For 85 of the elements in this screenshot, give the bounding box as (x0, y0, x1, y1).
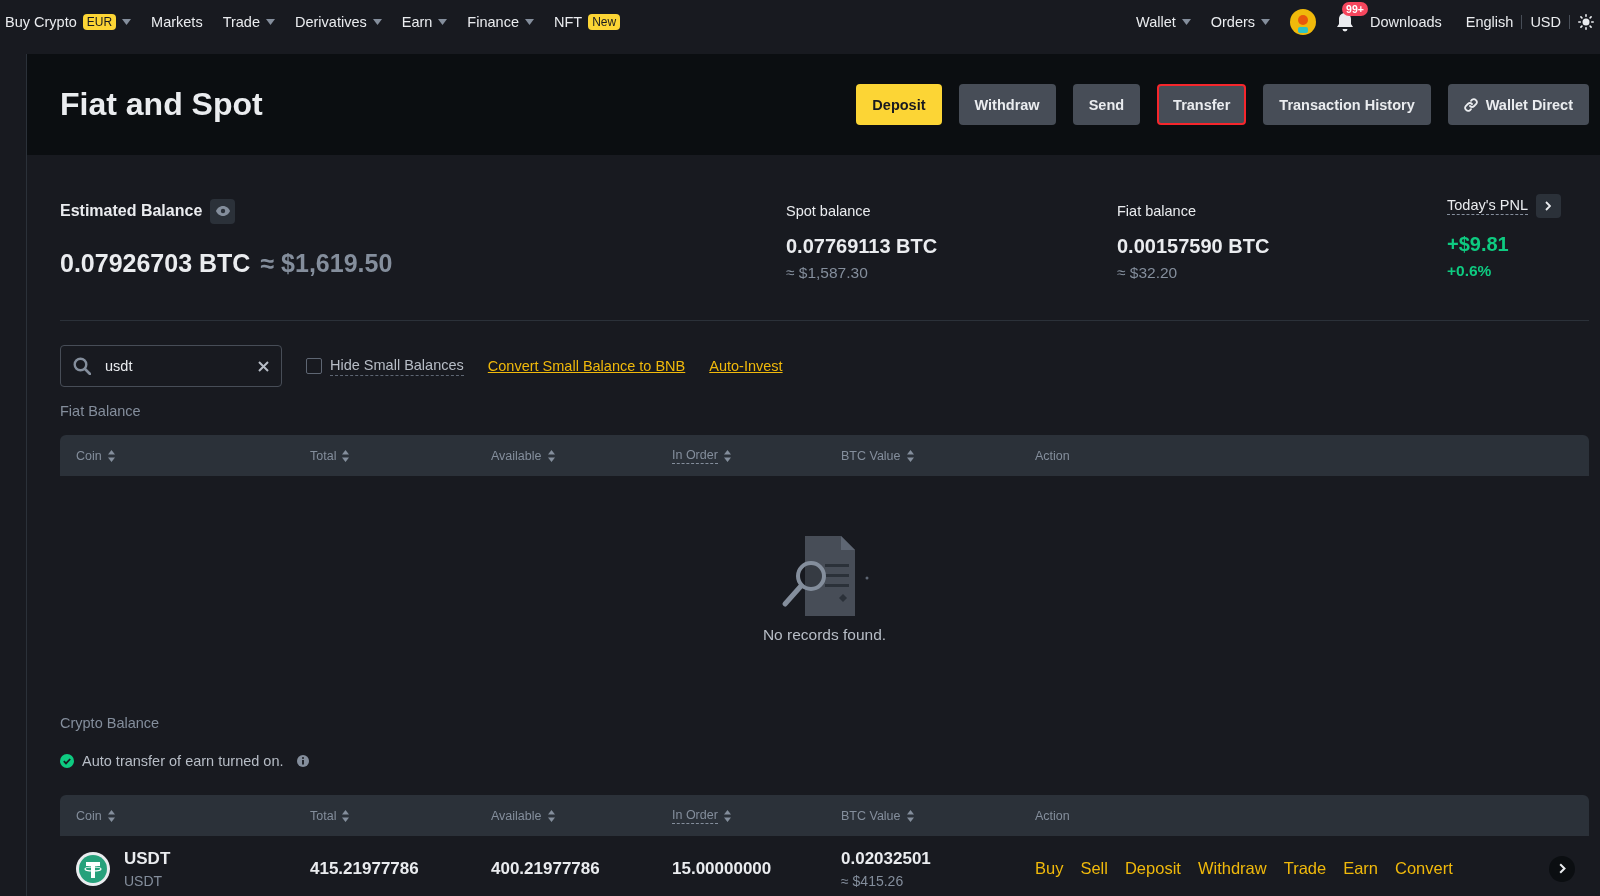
action-link[interactable]: Sell (1080, 859, 1108, 878)
balance-amount: 0.07926703 BTC (60, 249, 251, 278)
balance-amount: 0.00157590 BTC (1117, 235, 1271, 258)
nav-menu-item[interactable]: Wallet (1136, 14, 1176, 30)
action-link[interactable]: Deposit (1124, 859, 1181, 878)
column-header: Action (1035, 808, 1070, 823)
action-link[interactable]: Earn (1343, 859, 1379, 878)
filter-link[interactable]: Auto-Invest (709, 358, 783, 374)
table-cell-text: 15.00000000 (672, 858, 773, 879)
column-header[interactable]: In Order (672, 807, 718, 824)
coin-name: USDT (124, 872, 164, 889)
column-header[interactable]: Total (310, 448, 337, 463)
balance-usd-value: ≈ $1,587.30 (786, 264, 869, 282)
table-cell-text: 400.21977786 (491, 858, 601, 879)
notification-count-badge: 99+ (1342, 2, 1368, 16)
balance-label: Spot balance (786, 202, 872, 221)
column-header[interactable]: Available (491, 448, 542, 463)
header-button[interactable]: Send (1072, 84, 1141, 125)
column-header[interactable]: Available (491, 808, 542, 823)
bell-icon[interactable] (1336, 12, 1355, 32)
nav-badge: New (588, 14, 621, 30)
nav-menu-item[interactable]: Finance (467, 14, 519, 30)
btc-value: 0.02032501 (841, 848, 932, 869)
balance-usd-value: ≈ $1,619.50 (260, 249, 393, 278)
column-header[interactable]: Coin (76, 808, 102, 823)
header-button[interactable]: Withdraw (958, 84, 1056, 125)
notice-text: Auto transfer of earn turned on. (82, 753, 284, 769)
column-header: Action (1035, 448, 1070, 463)
avatar[interactable] (1290, 9, 1317, 35)
checkbox[interactable] (306, 358, 322, 374)
nav-menu-item[interactable]: Trade (222, 14, 260, 30)
search-field[interactable]: usdt (60, 345, 282, 387)
header-button[interactable]: Wallet Direct (1447, 84, 1589, 125)
nav-menu-item[interactable]: Derivatives (295, 14, 367, 30)
coin-logo-icon (76, 851, 110, 886)
empty-state-message: No records found. (762, 625, 887, 644)
nav-link[interactable]: USD (1530, 14, 1561, 30)
nav-menu-item[interactable]: Earn (401, 14, 433, 30)
chevron-right-icon (1545, 201, 1552, 211)
pnl-value: +$9.81 (1447, 233, 1510, 256)
column-header[interactable]: BTC Value (841, 448, 901, 463)
column-header[interactable]: Total (310, 808, 337, 823)
nav-menu-item[interactable]: Buy Crypto (5, 14, 77, 30)
chevron-right-icon (1558, 863, 1566, 874)
action-link[interactable]: Convert (1395, 859, 1453, 878)
brightness-icon[interactable] (1578, 14, 1594, 30)
more-button[interactable] (1549, 855, 1575, 882)
nav-menu-item[interactable]: Orders (1210, 14, 1256, 30)
nav-menu-item[interactable]: NFT (553, 14, 583, 30)
balance-amount: 0.07769113 BTC (786, 235, 939, 258)
section-label: Estimated Balance (60, 202, 203, 220)
check-circle-icon (60, 754, 74, 768)
eye-icon (215, 206, 230, 216)
table-cell-text: 415.21977786 (310, 858, 420, 879)
checkbox-label[interactable]: Hide Small Balances (330, 356, 464, 376)
search-icon (73, 357, 91, 375)
page-title: Fiat and Spot (60, 86, 264, 123)
column-header[interactable]: In Order (672, 447, 718, 464)
link-icon (1463, 97, 1478, 112)
column-header[interactable]: Coin (76, 448, 102, 463)
header-button[interactable]: Transaction History (1263, 84, 1431, 125)
info-icon[interactable] (295, 754, 310, 768)
action-link[interactable]: Buy (1035, 859, 1064, 878)
nav-link[interactable]: Downloads (1370, 14, 1442, 30)
nav-link[interactable]: English (1465, 14, 1514, 30)
balance-usd-value: ≈ $32.20 (1117, 264, 1179, 282)
header-button[interactable]: Transfer (1157, 84, 1247, 125)
pnl-label[interactable]: Today's PNL (1447, 197, 1528, 215)
pnl-details-button[interactable] (1535, 194, 1561, 218)
nav-menu-item[interactable]: Markets (151, 14, 203, 30)
section-title: Crypto Balance (60, 715, 161, 731)
coin-symbol: USDT (124, 848, 171, 869)
section-title: Fiat Balance (60, 403, 142, 419)
nav-badge: EUR (82, 14, 117, 30)
search-input[interactable]: usdt (103, 357, 246, 375)
clear-icon[interactable] (258, 360, 269, 372)
filter-link[interactable]: Convert Small Balance to BNB (487, 358, 686, 374)
header-button[interactable]: Deposit (856, 84, 942, 125)
pnl-percent: +0.6% (1447, 262, 1493, 280)
action-link[interactable]: Trade (1283, 859, 1327, 878)
balance-label: Fiat balance (1117, 202, 1197, 221)
usd-value: ≈ $415.26 (841, 872, 905, 889)
action-link[interactable]: Withdraw (1197, 859, 1267, 878)
eye-toggle-button[interactable] (210, 198, 236, 224)
column-header[interactable]: BTC Value (841, 808, 901, 823)
